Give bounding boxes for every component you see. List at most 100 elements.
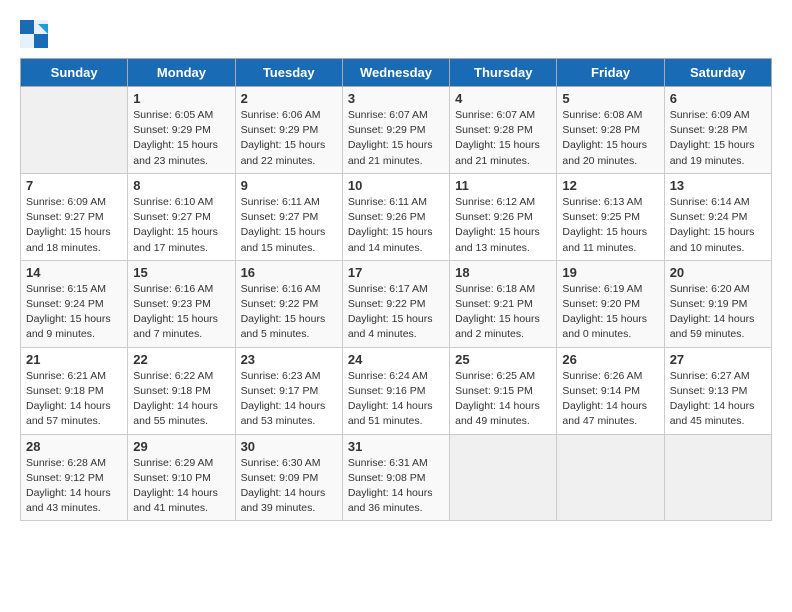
calendar-cell: 20 Sunrise: 6:20 AMSunset: 9:19 PMDayligh…: [664, 260, 771, 347]
day-number: 31: [348, 439, 444, 454]
week-row-1: 1 Sunrise: 6:05 AMSunset: 9:29 PMDaylight…: [21, 87, 772, 174]
day-number: 21: [26, 352, 122, 367]
calendar-cell: 24 Sunrise: 6:24 AMSunset: 9:16 PMDayligh…: [342, 347, 449, 434]
day-info: Sunrise: 6:28 AMSunset: 9:12 PMDaylight:…: [26, 456, 122, 517]
calendar-cell: [664, 434, 771, 521]
day-header-monday: Monday: [128, 59, 235, 87]
logo: [20, 20, 52, 48]
day-info: Sunrise: 6:31 AMSunset: 9:08 PMDaylight:…: [348, 456, 444, 517]
day-number: 9: [241, 178, 337, 193]
calendar-cell: 1 Sunrise: 6:05 AMSunset: 9:29 PMDaylight…: [128, 87, 235, 174]
day-info: Sunrise: 6:16 AMSunset: 9:22 PMDaylight:…: [241, 282, 337, 343]
calendar-table: SundayMondayTuesdayWednesdayThursdayFrid…: [20, 58, 772, 521]
day-info: Sunrise: 6:30 AMSunset: 9:09 PMDaylight:…: [241, 456, 337, 517]
calendar-cell: [21, 87, 128, 174]
day-header-tuesday: Tuesday: [235, 59, 342, 87]
day-number: 7: [26, 178, 122, 193]
day-info: Sunrise: 6:06 AMSunset: 9:29 PMDaylight:…: [241, 108, 337, 169]
calendar-cell: 19 Sunrise: 6:19 AMSunset: 9:20 PMDayligh…: [557, 260, 664, 347]
day-number: 15: [133, 265, 229, 280]
day-info: Sunrise: 6:25 AMSunset: 9:15 PMDaylight:…: [455, 369, 551, 430]
calendar-cell: 13 Sunrise: 6:14 AMSunset: 9:24 PMDayligh…: [664, 173, 771, 260]
day-number: 10: [348, 178, 444, 193]
calendar-cell: [450, 434, 557, 521]
day-info: Sunrise: 6:22 AMSunset: 9:18 PMDaylight:…: [133, 369, 229, 430]
calendar-cell: 27Sunrise: 6:27 AMSunset: 9:13 PMDayligh…: [664, 347, 771, 434]
day-info: Sunrise: 6:26 AMSunset: 9:14 PMDaylight:…: [562, 369, 658, 430]
page-header: [20, 20, 772, 48]
day-header-sunday: Sunday: [21, 59, 128, 87]
day-info: Sunrise: 6:11 AMSunset: 9:26 PMDaylight:…: [348, 195, 444, 256]
day-number: 11: [455, 178, 551, 193]
day-number: 3: [348, 91, 444, 106]
day-number: 24: [348, 352, 444, 367]
day-info: Sunrise: 6:11 AMSunset: 9:27 PMDaylight:…: [241, 195, 337, 256]
day-info: Sunrise: 6:15 AMSunset: 9:24 PMDaylight:…: [26, 282, 122, 343]
calendar-cell: 5Sunrise: 6:08 AMSunset: 9:28 PMDaylight…: [557, 87, 664, 174]
day-number: 25: [455, 352, 551, 367]
day-number: 2: [241, 91, 337, 106]
day-number: 16: [241, 265, 337, 280]
calendar-cell: 17 Sunrise: 6:17 AMSunset: 9:22 PMDayligh…: [342, 260, 449, 347]
calendar-cell: 10 Sunrise: 6:11 AMSunset: 9:26 PMDayligh…: [342, 173, 449, 260]
calendar-cell: 29 Sunrise: 6:29 AMSunset: 9:10 PMDayligh…: [128, 434, 235, 521]
calendar-cell: 23Sunrise: 6:23 AMSunset: 9:17 PMDayligh…: [235, 347, 342, 434]
day-header-friday: Friday: [557, 59, 664, 87]
day-info: Sunrise: 6:05 AMSunset: 9:29 PMDaylight:…: [133, 108, 229, 169]
day-info: Sunrise: 6:07 AMSunset: 9:28 PMDaylight:…: [455, 108, 551, 169]
day-number: 19: [562, 265, 658, 280]
day-number: 12: [562, 178, 658, 193]
week-row-3: 14 Sunrise: 6:15 AMSunset: 9:24 PMDayligh…: [21, 260, 772, 347]
calendar-cell: 11 Sunrise: 6:12 AMSunset: 9:26 PMDayligh…: [450, 173, 557, 260]
day-info: Sunrise: 6:14 AMSunset: 9:24 PMDaylight:…: [670, 195, 766, 256]
calendar-cell: 3Sunrise: 6:07 AMSunset: 9:29 PMDaylight…: [342, 87, 449, 174]
day-info: Sunrise: 6:19 AMSunset: 9:20 PMDaylight:…: [562, 282, 658, 343]
day-header-wednesday: Wednesday: [342, 59, 449, 87]
day-info: Sunrise: 6:17 AMSunset: 9:22 PMDaylight:…: [348, 282, 444, 343]
day-info: Sunrise: 6:21 AMSunset: 9:18 PMDaylight:…: [26, 369, 122, 430]
week-row-5: 28Sunrise: 6:28 AMSunset: 9:12 PMDayligh…: [21, 434, 772, 521]
day-header-saturday: Saturday: [664, 59, 771, 87]
day-info: Sunrise: 6:24 AMSunset: 9:16 PMDaylight:…: [348, 369, 444, 430]
day-number: 29: [133, 439, 229, 454]
week-row-2: 7Sunrise: 6:09 AMSunset: 9:27 PMDaylight…: [21, 173, 772, 260]
calendar-cell: 31 Sunrise: 6:31 AMSunset: 9:08 PMDayligh…: [342, 434, 449, 521]
calendar-cell: 7Sunrise: 6:09 AMSunset: 9:27 PMDaylight…: [21, 173, 128, 260]
day-number: 26: [562, 352, 658, 367]
day-info: Sunrise: 6:10 AMSunset: 9:27 PMDaylight:…: [133, 195, 229, 256]
day-number: 30: [241, 439, 337, 454]
day-number: 5: [562, 91, 658, 106]
day-number: 13: [670, 178, 766, 193]
day-info: Sunrise: 6:09 AMSunset: 9:28 PMDaylight:…: [670, 108, 766, 169]
logo-icon: [20, 20, 48, 48]
day-info: Sunrise: 6:12 AMSunset: 9:26 PMDaylight:…: [455, 195, 551, 256]
day-number: 18: [455, 265, 551, 280]
day-number: 17: [348, 265, 444, 280]
calendar-cell: 14 Sunrise: 6:15 AMSunset: 9:24 PMDayligh…: [21, 260, 128, 347]
calendar-cell: 8 Sunrise: 6:10 AMSunset: 9:27 PMDaylight…: [128, 173, 235, 260]
day-info: Sunrise: 6:29 AMSunset: 9:10 PMDaylight:…: [133, 456, 229, 517]
calendar-cell: 2 Sunrise: 6:06 AMSunset: 9:29 PMDaylight…: [235, 87, 342, 174]
day-header-thursday: Thursday: [450, 59, 557, 87]
day-info: Sunrise: 6:13 AMSunset: 9:25 PMDaylight:…: [562, 195, 658, 256]
day-info: Sunrise: 6:20 AMSunset: 9:19 PMDaylight:…: [670, 282, 766, 343]
calendar-cell: 30 Sunrise: 6:30 AMSunset: 9:09 PMDayligh…: [235, 434, 342, 521]
calendar-cell: 21 Sunrise: 6:21 AMSunset: 9:18 PMDayligh…: [21, 347, 128, 434]
calendar-cell: 26 Sunrise: 6:26 AMSunset: 9:14 PMDayligh…: [557, 347, 664, 434]
header-row: SundayMondayTuesdayWednesdayThursdayFrid…: [21, 59, 772, 87]
day-number: 1: [133, 91, 229, 106]
calendar-cell: 12 Sunrise: 6:13 AMSunset: 9:25 PMDayligh…: [557, 173, 664, 260]
day-info: Sunrise: 6:16 AMSunset: 9:23 PMDaylight:…: [133, 282, 229, 343]
calendar-cell: [557, 434, 664, 521]
day-number: 14: [26, 265, 122, 280]
day-number: 20: [670, 265, 766, 280]
day-info: Sunrise: 6:23 AMSunset: 9:17 PMDaylight:…: [241, 369, 337, 430]
calendar-cell: 28Sunrise: 6:28 AMSunset: 9:12 PMDayligh…: [21, 434, 128, 521]
day-number: 4: [455, 91, 551, 106]
day-info: Sunrise: 6:18 AMSunset: 9:21 PMDaylight:…: [455, 282, 551, 343]
day-number: 22: [133, 352, 229, 367]
calendar-cell: 15 Sunrise: 6:16 AMSunset: 9:23 PMDayligh…: [128, 260, 235, 347]
calendar-cell: 9 Sunrise: 6:11 AMSunset: 9:27 PMDaylight…: [235, 173, 342, 260]
day-number: 6: [670, 91, 766, 106]
day-number: 8: [133, 178, 229, 193]
